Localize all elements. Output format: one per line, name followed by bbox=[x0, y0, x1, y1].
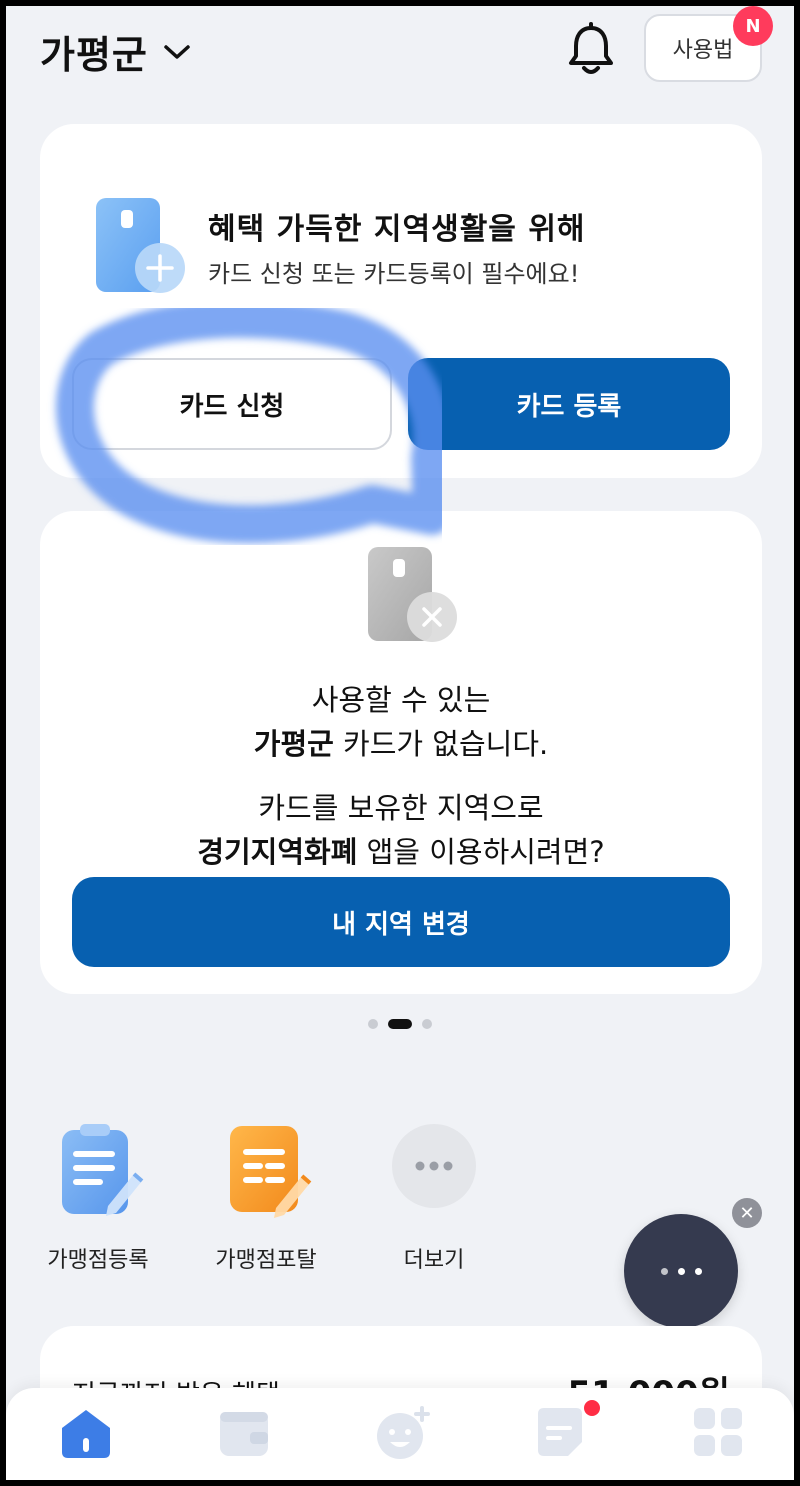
chevron-down-icon bbox=[164, 44, 190, 59]
close-icon[interactable]: ✕ bbox=[732, 1198, 762, 1228]
tab-menu[interactable] bbox=[688, 1402, 748, 1462]
card-prompt-subtitle: 카드 신청 또는 카드등록이 필수에요! bbox=[208, 260, 580, 288]
grid-icon bbox=[694, 1408, 742, 1456]
notice-badge bbox=[584, 1400, 600, 1416]
card-register-label: 카드 등록 bbox=[516, 391, 622, 422]
no-card-text-2-rest: 카드가 없습니다. bbox=[333, 727, 549, 761]
use-app-text-2: 경기지역화폐 앱을 이용하시려면? bbox=[40, 829, 762, 871]
menu-label: 가맹점등록 bbox=[47, 1248, 149, 1273]
no-card-text-2: 가평군 카드가 없습니다. bbox=[40, 721, 762, 763]
floating-more-button[interactable] bbox=[624, 1214, 738, 1328]
app-name-bold: 경기지역화폐 bbox=[197, 835, 358, 869]
region-name: 가평군 bbox=[40, 33, 148, 77]
tab-notice[interactable] bbox=[530, 1402, 590, 1462]
card-apply-button[interactable]: 카드 신청 bbox=[72, 358, 392, 450]
card-remove-icon bbox=[368, 547, 457, 642]
fab-dot bbox=[660, 1267, 668, 1275]
carousel-dot-1[interactable] bbox=[368, 1019, 378, 1029]
menu-merchant-register[interactable]: 가맹점등록 bbox=[28, 1122, 168, 1274]
region-selector[interactable]: 가평군 bbox=[40, 24, 192, 79]
change-region-button[interactable]: 내 지역 변경 bbox=[72, 877, 730, 967]
bell-icon[interactable] bbox=[566, 22, 616, 78]
app-screen: 가평군 사용법 N 혜택 가득한 지역생활을 위해 카드 신청 또는 카드등록이… bbox=[6, 6, 794, 1480]
tab-home[interactable] bbox=[56, 1402, 116, 1462]
home-icon bbox=[62, 1410, 110, 1458]
document-pencil-icon bbox=[230, 1126, 312, 1218]
card-add-icon bbox=[96, 198, 185, 293]
card-register-button[interactable]: 카드 등록 bbox=[408, 358, 730, 450]
menu-label: 더보기 bbox=[403, 1248, 465, 1273]
fab-dot bbox=[677, 1267, 685, 1275]
no-card-text-1: 사용할 수 있는 bbox=[311, 683, 491, 717]
notice-icon bbox=[538, 1408, 582, 1456]
smile-plus-icon bbox=[377, 1406, 430, 1459]
region-bold: 가평군 bbox=[253, 727, 334, 761]
carousel-dot-2[interactable] bbox=[388, 1019, 412, 1029]
carousel-dot-3[interactable] bbox=[422, 1019, 432, 1029]
menu-merchant-portal[interactable]: 가맹점포탈 bbox=[196, 1122, 336, 1274]
menu-more[interactable]: 더보기 bbox=[364, 1122, 504, 1274]
clipboard-pencil-icon bbox=[62, 1124, 144, 1216]
use-app-text-2-rest: 앱을 이용하시려면? bbox=[357, 835, 605, 869]
card-apply-label: 카드 신청 bbox=[179, 391, 285, 422]
tab-smile[interactable] bbox=[372, 1402, 432, 1462]
wallet-icon bbox=[220, 1412, 268, 1456]
tab-wallet[interactable] bbox=[214, 1402, 274, 1462]
more-icon bbox=[392, 1124, 476, 1208]
howto-label: 사용법 bbox=[672, 38, 734, 63]
no-card-panel: 사용할 수 있는 가평군 카드가 없습니다. 카드를 보유한 지역으로 경기지역… bbox=[40, 511, 762, 994]
card-prompt-title: 혜택 가득한 지역생활을 위해 bbox=[208, 212, 586, 247]
card-prompt-panel: 혜택 가득한 지역생활을 위해 카드 신청 또는 카드등록이 필수에요! 카드 … bbox=[40, 124, 762, 478]
menu-label: 가맹점포탈 bbox=[215, 1248, 317, 1273]
use-app-text-1: 카드를 보유한 지역으로 bbox=[258, 791, 544, 825]
bottom-tab-bar bbox=[6, 1388, 794, 1480]
fab-dot bbox=[694, 1267, 702, 1275]
change-region-label: 내 지역 변경 bbox=[332, 909, 470, 940]
new-badge: N bbox=[733, 6, 773, 46]
